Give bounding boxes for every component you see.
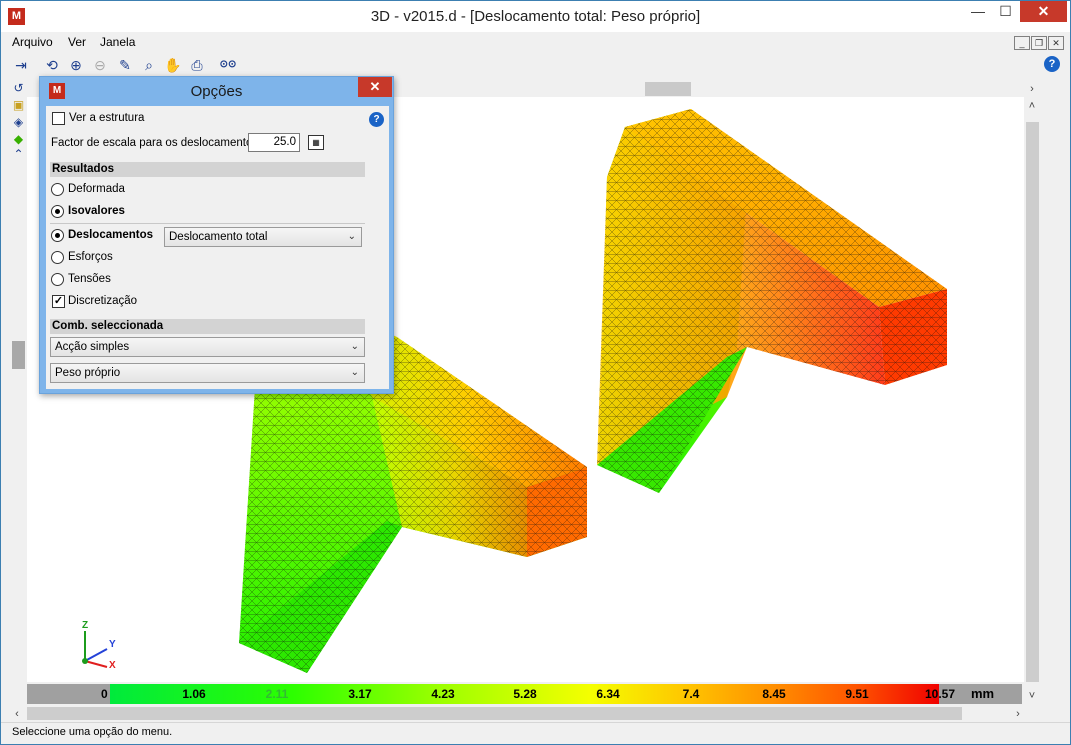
- title-bar[interactable]: M 3D - v2015.d - [Deslocamento total: Pe…: [1, 1, 1070, 32]
- minimize-button[interactable]: —: [964, 1, 992, 22]
- legend-value: 2.11: [265, 687, 289, 701]
- resultados-header: Resultados: [50, 162, 365, 177]
- deslocamento-type-select[interactable]: Deslocamento total ⌄: [164, 227, 362, 247]
- combination-type-value: Acção simples: [55, 341, 130, 353]
- dialog-help-icon[interactable]: ?: [369, 112, 384, 127]
- chevron-down-icon: ⌄: [350, 341, 359, 352]
- load-case-value: Peso próprio: [55, 367, 121, 379]
- menu-janela[interactable]: Janela: [100, 35, 135, 49]
- tensoes-radio[interactable]: [51, 273, 64, 286]
- top-horizontal-scrollbar[interactable]: [393, 80, 1040, 97]
- legend-value: 7.4: [682, 687, 700, 701]
- mdi-restore-button[interactable]: ❐: [1031, 36, 1047, 50]
- deslocamentos-label: Deslocamentos: [68, 229, 154, 241]
- menu-bar: Arquivo Ver Janela: [1, 32, 1070, 52]
- deslocamento-type-value: Deslocamento total: [169, 231, 268, 243]
- rotate-view-icon[interactable]: ⟲: [42, 55, 62, 75]
- chevron-down-icon: ⌄: [347, 231, 356, 242]
- deformada-radio[interactable]: [51, 183, 64, 196]
- dialog-body: Ver a estrutura ? Factor de escala para …: [46, 106, 389, 389]
- divider: [50, 223, 365, 224]
- print-preview-icon[interactable]: ⎙: [187, 55, 207, 75]
- status-bar: Seleccione uma opção do menu.: [1, 722, 1070, 744]
- help-icon[interactable]: ?: [1044, 56, 1060, 72]
- legend-value: 9.51: [845, 687, 869, 701]
- main-window: M 3D - v2015.d - [Deslocamento total: Pe…: [0, 0, 1071, 745]
- isovalores-radio[interactable]: [51, 205, 64, 218]
- left-scrollbar-thumb[interactable]: [12, 341, 25, 369]
- deslocamentos-radio[interactable]: [51, 229, 64, 242]
- dialog-title-bar[interactable]: M Opções ✕: [40, 77, 393, 105]
- axis-triad: Z Y X: [71, 620, 131, 677]
- scroll-up-arrow-icon[interactable]: ˄: [1025, 99, 1039, 113]
- zoom-out-icon[interactable]: ⊖: [90, 55, 110, 75]
- legend-value: 3.17: [348, 687, 372, 701]
- ver-estrutura-label: Ver a estrutura: [69, 112, 145, 124]
- window-title: 3D - v2015.d - [Deslocamento total: Peso…: [370, 8, 701, 25]
- discretizacao-checkbox[interactable]: ✓: [52, 295, 65, 308]
- scale-factor-input[interactable]: 25.0: [248, 133, 300, 152]
- legend-value: 4.23: [431, 687, 455, 701]
- cube-icon[interactable]: ▣: [10, 97, 27, 114]
- discretizacao-label: Discretização: [68, 295, 138, 307]
- scroll-left-arrow-icon[interactable]: ‹: [10, 707, 24, 721]
- zoom-window-icon[interactable]: ⊕: [66, 55, 86, 75]
- pencil-icon[interactable]: ✎: [115, 55, 135, 75]
- pan-hand-icon[interactable]: ✋: [163, 55, 183, 75]
- menu-ver[interactable]: Ver: [68, 35, 86, 49]
- menu-arquivo[interactable]: Arquivo: [12, 35, 53, 49]
- scroll-right-arrow-icon[interactable]: ›: [1025, 82, 1039, 96]
- top-scrollbar-thumb[interactable]: [645, 82, 691, 96]
- zoom-fit-icon[interactable]: ⌕: [139, 55, 159, 75]
- scroll-down-arrow-icon[interactable]: ˅: [1025, 689, 1039, 703]
- maximize-button[interactable]: ☐: [992, 1, 1019, 22]
- axis-y-label: Y: [109, 639, 116, 650]
- legend-value: 5.28: [513, 687, 537, 701]
- legend-unit: mm: [971, 686, 995, 701]
- scroll-right-bottom-arrow-icon[interactable]: ›: [1011, 707, 1025, 721]
- deformada-label: Deformada: [68, 183, 125, 195]
- up-arrow-icon[interactable]: ⌃: [10, 146, 27, 163]
- isovalores-label: Isovalores: [68, 205, 125, 217]
- exit-icon[interactable]: ⇥: [11, 55, 31, 75]
- binoculars-icon[interactable]: ⊙⊙: [218, 55, 238, 75]
- calculator-icon[interactable]: ▦: [308, 135, 324, 150]
- legend-value: 8.45: [762, 687, 786, 701]
- left-toolbar: ↺ ▣ ◈ ◆ ⌃: [10, 80, 27, 161]
- dialog-close-button[interactable]: ✕: [358, 77, 392, 97]
- legend-zero: 0: [101, 687, 108, 701]
- ver-estrutura-checkbox[interactable]: [52, 112, 65, 125]
- load-case-select[interactable]: Peso próprio ⌄: [50, 363, 365, 383]
- bottom-scrollbar-thumb[interactable]: [27, 707, 962, 720]
- options-dialog: M Opções ✕ Ver a estrutura ? Factor de e…: [39, 76, 394, 394]
- solid-icon[interactable]: ◈: [10, 114, 27, 131]
- mdi-minimize-button[interactable]: _: [1014, 36, 1030, 50]
- mdi-close-button[interactable]: ✕: [1048, 36, 1064, 50]
- esforcos-label: Esforços: [68, 251, 113, 263]
- toolbar: ⇥ ⟲ ⊕ ⊖ ✎ ⌕ ✋ ⎙ ⊙⊙: [1, 52, 1070, 78]
- dialog-title: Opções: [190, 83, 243, 100]
- legend-value: 1.06: [182, 687, 206, 701]
- axis-z-label: Z: [82, 620, 89, 631]
- axis-x-label: X: [109, 660, 116, 671]
- combination-type-select[interactable]: Acção simples ⌄: [50, 337, 365, 357]
- tensoes-label: Tensões: [68, 273, 111, 285]
- comb-header: Comb. seleccionada: [50, 319, 365, 334]
- close-button[interactable]: ✕: [1020, 1, 1067, 22]
- status-text: Seleccione uma opção do menu.: [12, 726, 173, 738]
- chevron-down-icon: ⌄: [350, 367, 359, 378]
- legend-value: 6.34: [596, 687, 620, 701]
- legend-value: 10.57: [924, 687, 956, 701]
- rotate-icon[interactable]: ↺: [10, 80, 27, 97]
- esforcos-radio[interactable]: [51, 251, 64, 264]
- vertical-scrollbar-thumb[interactable]: [1026, 122, 1039, 682]
- scale-factor-label: Factor de escala para os deslocamentos: [51, 137, 259, 149]
